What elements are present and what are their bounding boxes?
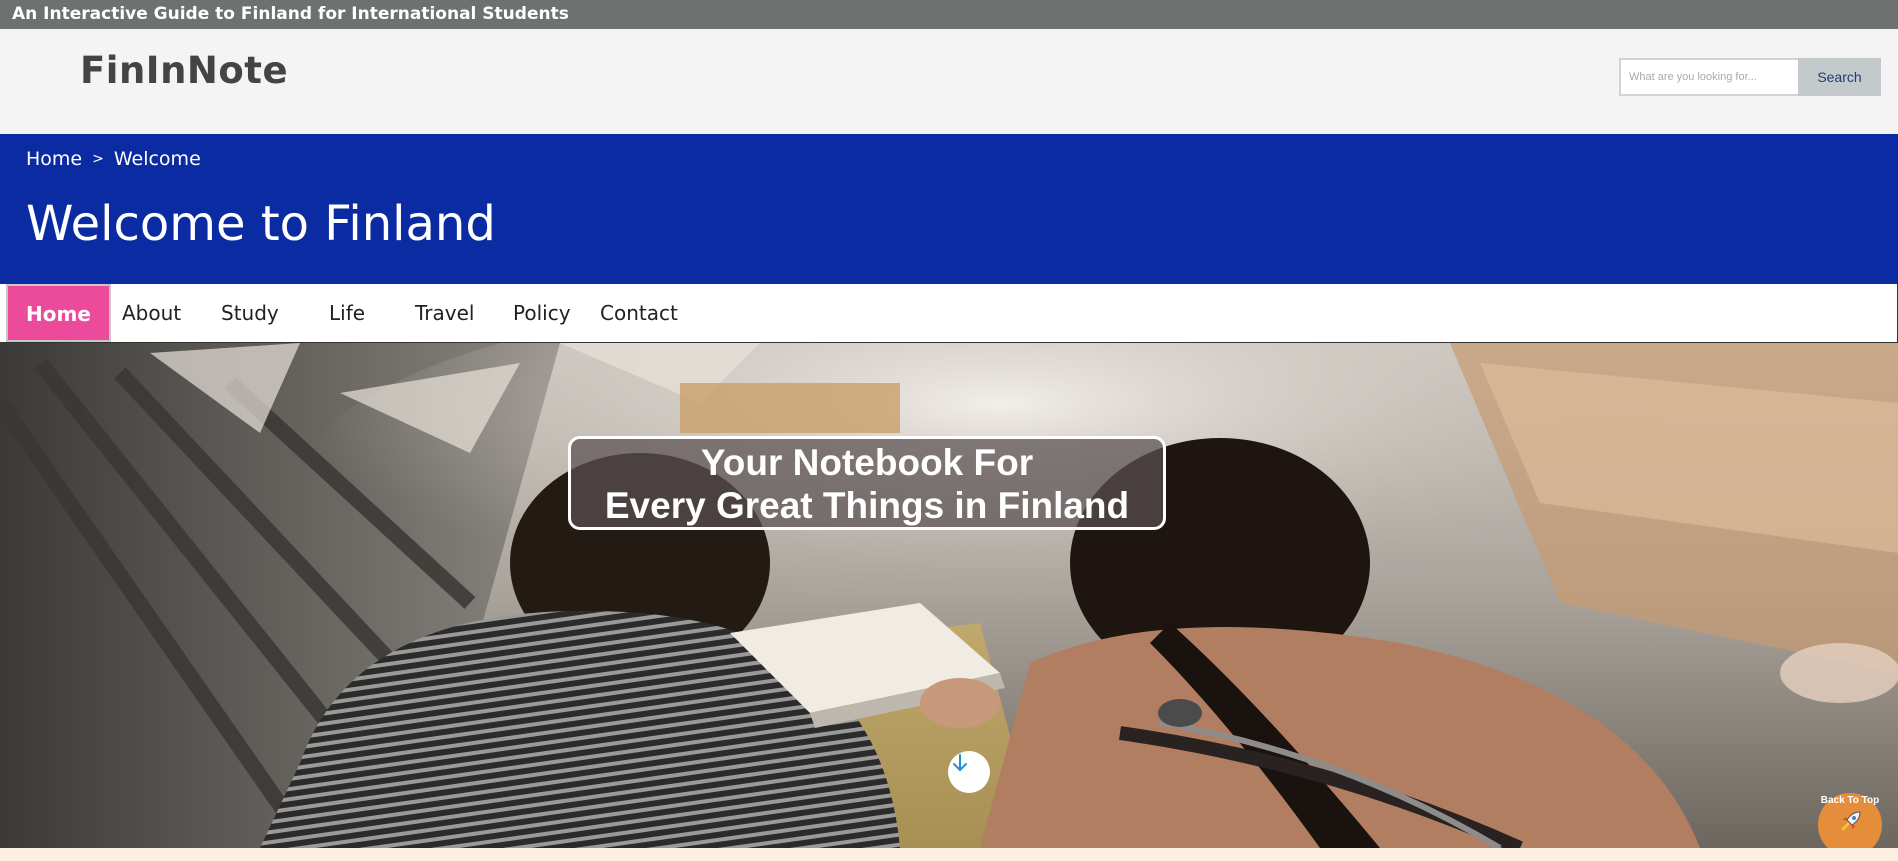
hero-caption: Your Notebook For Every Great Things in …	[568, 436, 1166, 530]
nav-item-home[interactable]: Home	[6, 284, 111, 342]
breadcrumb-current: Welcome	[113, 148, 201, 170]
arrow-down-icon	[953, 754, 967, 771]
back-to-top-label: Back To Top	[1820, 795, 1880, 806]
scroll-down-button[interactable]	[948, 751, 990, 793]
nav-item-study[interactable]: Study	[221, 284, 279, 343]
page-banner: Home > Welcome Welcome to Finland	[0, 134, 1898, 284]
nav-item-about[interactable]: About	[122, 284, 181, 343]
nav-item-travel[interactable]: Travel	[415, 284, 474, 343]
top-tagline-bar: An Interactive Guide to Finland for Inte…	[0, 0, 1898, 29]
nav-item-life[interactable]: Life	[329, 284, 365, 343]
page-title: Welcome to Finland	[26, 196, 496, 252]
search-input[interactable]	[1619, 58, 1798, 96]
breadcrumb-home[interactable]: Home	[26, 148, 82, 170]
rocket-icon	[1841, 811, 1861, 831]
site-logo[interactable]: FinInNote	[80, 49, 288, 92]
hero-section: Your Notebook For Every Great Things in …	[0, 343, 1898, 848]
breadcrumb-separator: >	[92, 151, 104, 167]
breadcrumb: Home > Welcome	[26, 148, 201, 170]
nav-item-policy[interactable]: Policy	[513, 284, 571, 343]
tagline-text: An Interactive Guide to Finland for Inte…	[12, 4, 569, 24]
bottom-strip	[0, 848, 1898, 861]
nav-item-contact[interactable]: Contact	[600, 284, 678, 343]
search-button[interactable]: Search	[1798, 58, 1881, 96]
hero-caption-line-1: Your Notebook For	[700, 442, 1034, 483]
search-form: Search	[1619, 58, 1881, 96]
site-header: FinInNote Search	[0, 29, 1898, 134]
hero-caption-line-2: Every Great Things in Finland	[604, 485, 1130, 526]
main-nav: Home About Study Life Travel Policy Cont…	[0, 284, 1898, 343]
back-to-top-button[interactable]: Back To Top	[1818, 793, 1882, 848]
